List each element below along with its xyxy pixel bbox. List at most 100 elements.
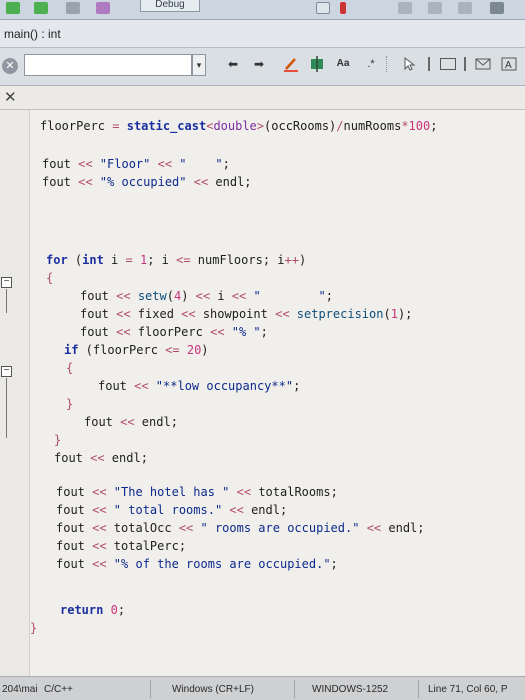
chevron-down-icon[interactable]: ▾ — [192, 54, 206, 76]
close-find-icon[interactable]: ✕ — [2, 58, 18, 74]
code-token: / — [336, 119, 344, 133]
code-token: i — [103, 253, 126, 267]
code-token: ) — [181, 289, 196, 303]
code-line[interactable]: fout << floorPerc << "% "; — [80, 324, 268, 340]
text-format-icon[interactable]: A — [500, 56, 518, 72]
stop-icon[interactable] — [340, 2, 346, 14]
code-line[interactable]: fout << fixed << showpoint << setprecisi… — [80, 306, 412, 322]
editor-tab-bar: ✕ — [0, 86, 525, 110]
code-token: << — [92, 485, 107, 499]
find-input[interactable] — [24, 54, 192, 76]
fold-guide — [6, 289, 7, 313]
pause-icon[interactable] — [66, 2, 80, 14]
code-line[interactable]: fout << "% occupied" << endl; — [42, 174, 252, 190]
code-token: endl; — [381, 521, 425, 535]
code-line[interactable]: fout << setw(4) << i << " "; — [80, 288, 333, 304]
code-line[interactable]: fout << totalOcc << " rooms are occupied… — [56, 520, 425, 536]
code-token: floorPerc — [40, 119, 113, 133]
svg-text:A: A — [505, 60, 512, 71]
code-line[interactable]: for (int i = 1; i <= numFloors; i++) — [46, 252, 306, 268]
code-token: << — [229, 503, 244, 517]
code-token: fout — [80, 289, 117, 303]
code-line[interactable]: fout << endl; — [54, 450, 148, 466]
code-token: "The hotel has " — [106, 485, 230, 499]
code-line[interactable]: } — [30, 620, 37, 636]
code-token: totalPerc; — [106, 539, 187, 553]
code-line[interactable]: fout << "The hotel has " << totalRooms; — [56, 484, 338, 500]
status-position: 204\mai — [2, 684, 38, 695]
code-token: ( — [383, 307, 391, 321]
code-token: showpoint — [195, 307, 276, 321]
code-line[interactable]: { — [46, 270, 53, 286]
close-tab-icon[interactable]: ✕ — [4, 90, 17, 106]
code-line[interactable]: fout << endl; — [84, 414, 178, 430]
code-token: setprecision — [296, 307, 384, 321]
tool-icon-1[interactable] — [398, 2, 412, 14]
code-line[interactable]: fout << "% of the rooms are occupied."; — [56, 556, 338, 572]
code-token: endl; — [208, 175, 252, 189]
code-editor[interactable]: − − floorPerc = static_cast<double>(occR… — [0, 110, 525, 676]
tool-icon-3[interactable] — [458, 2, 472, 14]
code-line[interactable]: fout << "**low occupancy**"; — [98, 378, 300, 394]
code-token: " total rooms." — [106, 503, 223, 517]
separator-icon — [386, 56, 390, 72]
code-token: << — [134, 379, 149, 393]
tool-icon-4[interactable] — [490, 2, 504, 14]
code-token: if — [64, 343, 79, 357]
find-next-icon[interactable]: ➡ — [250, 56, 268, 72]
code-token: ; i — [147, 253, 177, 267]
code-token: { — [66, 361, 74, 375]
code-token: > — [256, 119, 265, 133]
divider-icon-2 — [464, 57, 466, 71]
code-token: << — [210, 325, 225, 339]
code-token: return — [60, 603, 104, 617]
code-line[interactable]: return 0; — [60, 602, 125, 618]
window-icon[interactable] — [316, 2, 330, 14]
tool-icon-2[interactable] — [428, 2, 442, 14]
code-token: << — [178, 521, 194, 535]
breakpoint-icon[interactable] — [96, 2, 110, 14]
code-token: << — [195, 289, 211, 303]
status-line-endings[interactable]: Windows (CR+LF) — [172, 684, 254, 695]
pointer-icon[interactable] — [400, 56, 418, 72]
debug-tab[interactable]: Debug — [140, 0, 200, 12]
message-icon[interactable] — [474, 56, 492, 72]
code-token: ; — [260, 325, 268, 339]
find-previous-icon[interactable]: ⬅ — [224, 56, 242, 72]
code-token: << — [92, 539, 107, 553]
code-token: << — [120, 415, 135, 429]
selection-box-icon[interactable] — [440, 58, 456, 70]
function-selector[interactable]: main() : int — [4, 27, 61, 41]
code-line[interactable]: fout << " total rooms." << endl; — [56, 502, 287, 518]
match-case-icon[interactable]: Aa — [332, 56, 354, 72]
code-token: fout — [54, 451, 91, 465]
highlight-icon[interactable] — [282, 56, 300, 72]
code-token: << — [78, 175, 93, 189]
regex-icon[interactable]: .* — [362, 56, 380, 72]
code-line[interactable]: if (floorPerc <= 20) — [64, 342, 209, 358]
fold-minus-icon[interactable]: − — [1, 277, 12, 288]
code-token: fout — [80, 307, 117, 321]
status-encoding[interactable]: WINDOWS-1252 — [312, 684, 388, 695]
code-line[interactable]: fout << totalPerc; — [56, 538, 186, 554]
run-icon[interactable] — [6, 2, 20, 14]
code-token: static_cast — [126, 119, 207, 133]
code-token: fout — [80, 325, 117, 339]
code-line[interactable]: floorPerc = static_cast<double>(occRooms… — [40, 118, 437, 134]
code-token: fout — [84, 415, 121, 429]
code-line[interactable]: } — [54, 432, 61, 448]
code-token: fixed — [130, 307, 182, 321]
fold-minus-icon-2[interactable]: − — [1, 366, 12, 377]
code-line[interactable]: fout << "Floor" << " "; — [42, 156, 230, 172]
code-token: << — [92, 557, 107, 571]
code-token: << — [193, 175, 209, 189]
mark-icon[interactable] — [308, 56, 326, 72]
code-line[interactable]: } — [66, 396, 73, 412]
code-line[interactable]: { — [66, 360, 73, 376]
step-icon[interactable] — [34, 2, 48, 14]
status-language[interactable]: C/C++ — [44, 684, 73, 695]
